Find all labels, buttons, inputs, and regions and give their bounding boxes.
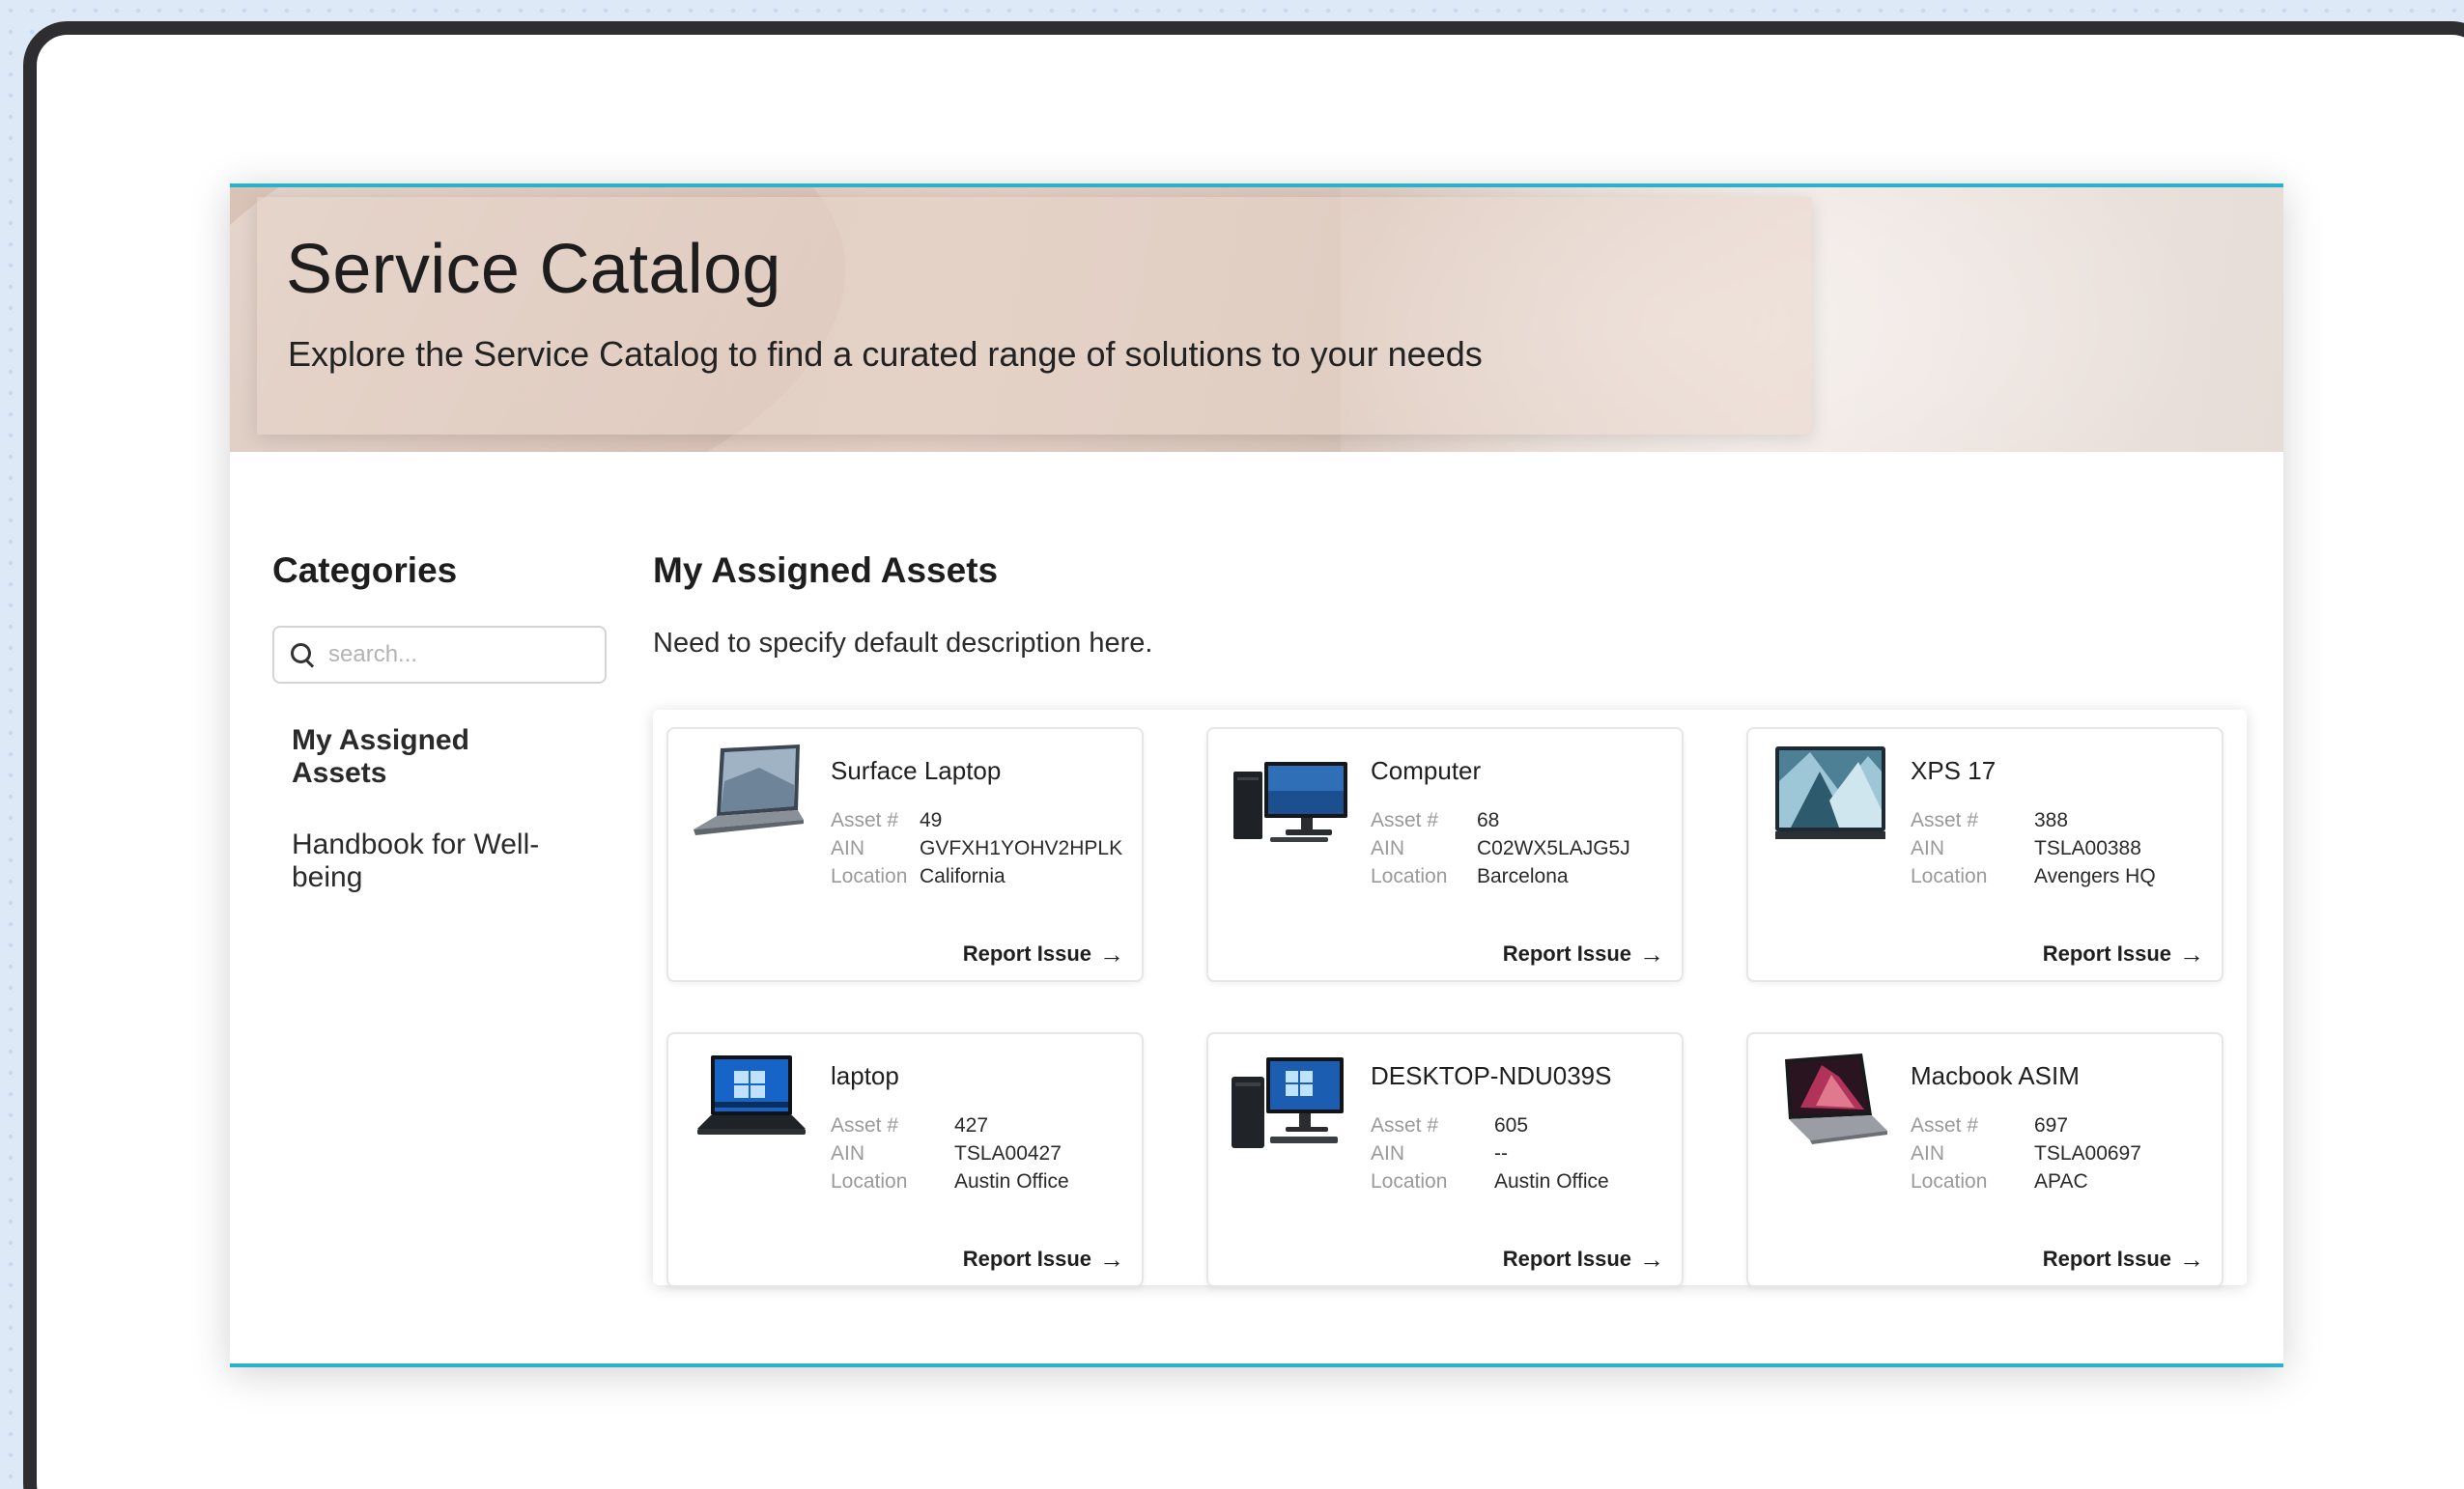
asset-ain: TSLA00388 [2034,837,2141,859]
asset-grid-container: Surface Laptop Asset # 49 AIN GVFXH1YOHV2H… [653,710,2247,1287]
asset-ain: TSLA00427 [954,1142,1062,1165]
asset-location: Austin Office [954,1170,1069,1193]
service-catalog-page: Service Catalog Explore the Service Cata… [230,183,2283,1367]
report-issue-button[interactable]: Report Issue → [2043,941,2204,967]
report-issue-button[interactable]: Report Issue → [2043,1247,2204,1272]
asset-meta: Asset # 697 AIN TSLA00697 Location APAC [1911,1111,2141,1195]
asset-name: laptop [831,1061,899,1090]
arrow-right-icon: → [1639,940,1664,969]
asset-number-label: Asset # [1911,1114,1979,1137]
asset-name: XPS 17 [1911,756,1997,785]
asset-number: 605 [1494,1114,1529,1137]
search-input[interactable] [328,641,599,668]
arrow-right-icon: → [1099,1245,1124,1274]
laptop-icon [697,1055,806,1135]
sidebar-item-my-assigned-assets[interactable]: My Assigned Assets [292,724,562,790]
asset-ain: C02WX5LAJG5J [1477,837,1630,859]
asset-number-label: Asset # [1371,809,1439,831]
arrow-right-icon: → [2179,1245,2204,1274]
arrow-right-icon: → [1099,940,1124,969]
location-label: Location [1911,865,1988,887]
asset-number-label: Asset # [831,809,899,831]
ain-label: AIN [831,1142,865,1165]
sidebar-item-handbook[interactable]: Handbook for Well-being [292,829,562,894]
laptop-icon [1785,1054,1887,1144]
desktop-icon [1232,1057,1344,1148]
laptop-icon [694,744,804,835]
asset-grid: Surface Laptop Asset # 49 AIN GVFXH1YOHV2H… [666,727,2233,1287]
desktop-icon [1233,762,1347,842]
asset-name: DESKTOP-NDU039S [1371,1061,1612,1090]
ain-label: AIN [1911,837,1945,859]
location-label: Location [1911,1170,1988,1193]
categories-heading: Categories [272,550,458,590]
asset-location: Avengers HQ [2034,865,2156,887]
report-issue-button[interactable]: Report Issue → [1503,941,1664,967]
report-issue-label: Report Issue [2042,1247,2171,1271]
ain-label: AIN [1371,837,1405,859]
search-icon [288,640,317,669]
asset-location: Barcelona [1477,865,1569,887]
asset-name: Surface Laptop [831,756,1002,785]
asset-number-label: Asset # [1911,809,1979,831]
laptop-icon [1775,746,1885,839]
report-issue-button[interactable]: Report Issue → [963,941,1124,967]
asset-card[interactable]: Macbook ASIM Asset # 697 AIN TSLA00697 Loc… [1746,1032,2223,1287]
category-list: My Assigned Assets Handbook for Well-bei… [272,724,607,894]
section-title: My Assigned Assets [653,550,999,590]
asset-location: APAC [2034,1170,2088,1193]
asset-name: Computer [1371,756,1482,785]
report-issue-label: Report Issue [2042,941,2171,966]
asset-card[interactable]: DESKTOP-NDU039S Asset # 605 AIN -- Locatio… [1206,1032,1684,1287]
page-title: Service Catalog [286,231,781,308]
asset-ain: -- [1494,1142,1508,1165]
report-issue-label: Report Issue [1502,1247,1631,1271]
ain-label: AIN [1371,1142,1405,1165]
asset-meta: Asset # 605 AIN -- Location Austin Office [1371,1111,1609,1195]
asset-card[interactable]: laptop Asset #427 AIN TSLA00427 Location A… [666,1032,1144,1287]
category-search[interactable] [272,626,607,684]
asset-ain: GVFXH1YOHV2HPLK [920,837,1123,859]
report-issue-button[interactable]: Report Issue → [963,1247,1124,1272]
asset-meta: Asset # 427 AIN TSLA00427 Location Austin O… [831,1111,1069,1195]
categories-sidebar: Categories My Assigned Assets Handbook f… [272,550,607,933]
report-issue-label: Report Issue [962,941,1091,966]
asset-number: 388 [2034,809,2069,831]
asset-card[interactable]: XPS 17 Asset #388 AIN TSLA00388 Location A… [1746,727,2223,982]
asset-ain: TSLA00697 [2034,1142,2141,1165]
asset-location: California [920,865,1005,887]
report-issue-button[interactable]: Report Issue → [1503,1247,1664,1272]
arrow-right-icon: → [2179,940,2204,969]
asset-number: 68 [1477,809,1500,831]
location-label: Location [1371,865,1448,887]
asset-number: 697 [2034,1114,2069,1137]
location-label: Location [831,865,908,887]
asset-location: Austin Office [1494,1170,1609,1193]
asset-card[interactable]: Surface Laptop Asset # 49 AIN GVFXH1YOHV2H… [666,727,1144,982]
asset-number-label: Asset # [831,1114,899,1137]
section-description: Need to specify default description here… [653,628,1153,659]
asset-meta: Asset # 68 AIN C02WX5LAJG5J Location Barcel… [1371,806,1630,890]
location-label: Location [831,1170,908,1193]
assets-section: My Assigned Assets Need to specify defau… [653,550,2247,1287]
report-issue-label: Report Issue [1502,941,1631,966]
hero-banner: Service Catalog Explore the Service Cata… [230,187,2283,452]
asset-number: 49 [920,809,943,831]
asset-name: Macbook ASIM [1911,1061,2080,1090]
asset-card[interactable]: Computer Asset # 68 AIN C02WX5LAJG5J Locat… [1206,727,1684,982]
arrow-right-icon: → [1639,1245,1664,1274]
ain-label: AIN [1911,1142,1945,1165]
asset-meta: Asset # 388 AIN TSLA00388 Location Avengers… [1911,806,2156,890]
asset-number-label: Asset # [1371,1114,1439,1137]
page-subtitle: Explore the Service Catalog to find a cu… [288,334,1483,374]
location-label: Location [1371,1170,1448,1193]
asset-meta: Asset # 49 AIN GVFXH1YOHV2HPLK Location Cal… [831,806,1122,890]
asset-number: 427 [954,1114,989,1137]
ain-label: AIN [831,837,865,859]
report-issue-label: Report Issue [962,1247,1091,1271]
